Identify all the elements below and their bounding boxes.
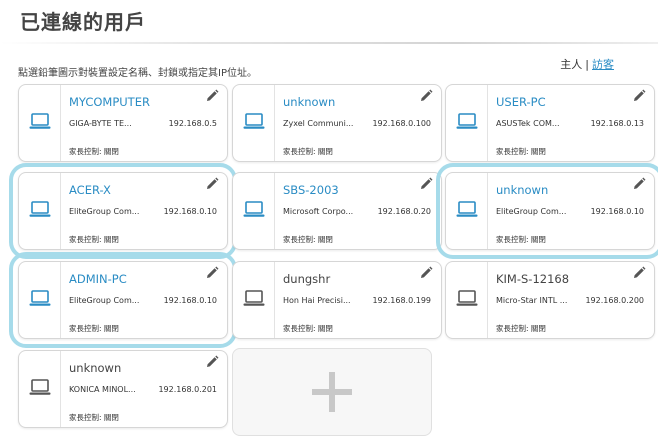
device-ip: 192.168.0.200 xyxy=(585,296,644,305)
device-vendor: ASUSTek COM... xyxy=(496,119,560,128)
laptop-icon xyxy=(243,112,265,134)
pencil-icon[interactable] xyxy=(419,265,433,279)
parental-control-status: 家長控制: 關閉 xyxy=(69,324,119,333)
device-icon-column xyxy=(19,351,61,427)
device-vendor: Microsoft Corpo... xyxy=(283,207,354,216)
view-switch: 主人 | 訪客 xyxy=(560,56,614,72)
device-ip: 192.168.0.5 xyxy=(168,119,217,128)
plus-icon xyxy=(312,372,352,412)
laptop-icon xyxy=(243,289,265,311)
add-device-button[interactable] xyxy=(232,348,432,436)
device-card[interactable]: dungshr Hon Hai Precisi... 192.168.0.199 家長… xyxy=(232,261,442,339)
device-icon-column xyxy=(19,262,61,338)
device-name: unknown xyxy=(69,361,122,375)
device-name: dungshr xyxy=(283,272,331,286)
device-icon-column xyxy=(233,173,275,249)
parental-control-status: 家長控制: 關閉 xyxy=(69,235,119,244)
device-name: unknown xyxy=(283,95,336,109)
device-vendor: Micro-Star INTL ... xyxy=(496,296,568,305)
device-name: MYCOMPUTER xyxy=(69,95,150,109)
device-ip: 192.168.0.10 xyxy=(163,207,217,216)
device-name: ADMIN-PC xyxy=(69,272,127,286)
device-icon-column xyxy=(233,262,275,338)
pencil-icon[interactable] xyxy=(632,176,646,190)
parental-control-status: 家長控制: 關閉 xyxy=(69,147,119,156)
instruction-text: 點選鉛筆圖示對裝置設定名稱、封鎖或指定其IP位址。 xyxy=(18,68,257,79)
device-ip: 192.168.0.13 xyxy=(590,119,644,128)
parental-control-status: 家長控制: 關閉 xyxy=(283,147,333,156)
laptop-icon xyxy=(456,289,478,311)
device-name: unknown xyxy=(496,183,549,197)
device-card[interactable]: unknown KONICA MINOL... 192.168.0.201 家長控制:… xyxy=(18,350,228,428)
parental-control-status: 家長控制: 關閉 xyxy=(283,235,333,244)
parental-control-status: 家長控制: 關閉 xyxy=(496,235,546,244)
device-icon-column xyxy=(446,173,488,249)
laptop-icon xyxy=(29,200,51,222)
device-card[interactable]: ACER-X EliteGroup Com... 192.168.0.10 家長控制:… xyxy=(9,163,237,259)
pencil-icon[interactable] xyxy=(205,176,219,190)
device-card[interactable]: SBS-2003 Microsoft Corpo... 192.168.0.20 家長… xyxy=(232,172,442,250)
pencil-icon[interactable] xyxy=(205,354,219,368)
device-vendor: KONICA MINOL... xyxy=(69,385,136,394)
device-vendor: EliteGroup Com... xyxy=(69,207,140,216)
device-vendor: Zyxel Communi... xyxy=(283,119,354,128)
view-host-label[interactable]: 主人 xyxy=(560,58,582,71)
device-vendor: GIGA-BYTE TE... xyxy=(69,119,132,128)
device-card[interactable]: USER-PC ASUSTek COM... 192.168.0.13 家長控制: 關… xyxy=(445,84,655,162)
laptop-icon xyxy=(456,200,478,222)
device-icon-column xyxy=(233,85,275,161)
page-title: 已連線的用戶 xyxy=(20,10,146,34)
laptop-icon xyxy=(29,378,51,400)
pencil-icon[interactable] xyxy=(419,176,433,190)
parental-control-status: 家長控制: 關閉 xyxy=(496,324,546,333)
parental-control-status: 家長控制: 關閉 xyxy=(496,147,546,156)
device-name: USER-PC xyxy=(496,95,546,109)
laptop-icon xyxy=(29,289,51,311)
laptop-icon xyxy=(456,112,478,134)
laptop-icon xyxy=(29,112,51,134)
device-ip: 192.168.0.100 xyxy=(372,119,431,128)
view-separator: | xyxy=(585,58,589,71)
parental-control-status: 家長控制: 關閉 xyxy=(69,413,119,422)
pencil-icon[interactable] xyxy=(205,265,219,279)
device-vendor: EliteGroup Com... xyxy=(496,207,567,216)
device-name: SBS-2003 xyxy=(283,183,339,197)
device-icon-column xyxy=(446,85,488,161)
device-card[interactable]: KIM-S-12168 Micro-Star INTL ... 192.168.0.… xyxy=(445,261,655,339)
device-icon-column xyxy=(19,85,61,161)
pencil-icon[interactable] xyxy=(632,265,646,279)
device-card[interactable]: ADMIN-PC EliteGroup Com... 192.168.0.10 家長控… xyxy=(9,252,237,348)
device-ip: 192.168.0.10 xyxy=(590,207,644,216)
device-ip: 192.168.0.201 xyxy=(158,385,217,394)
pencil-icon[interactable] xyxy=(419,88,433,102)
device-card[interactable]: unknown EliteGroup Com... 192.168.0.10 家長控制… xyxy=(436,163,658,259)
title-divider xyxy=(0,42,658,44)
device-card[interactable]: unknown Zyxel Communi... 192.168.0.100 家長控制… xyxy=(232,84,442,162)
device-card[interactable]: MYCOMPUTER GIGA-BYTE TE... 192.168.0.5 家長控制… xyxy=(18,84,228,162)
device-vendor: EliteGroup Com... xyxy=(69,296,140,305)
device-ip: 192.168.0.10 xyxy=(163,296,217,305)
pencil-icon[interactable] xyxy=(205,88,219,102)
view-guest-link[interactable]: 訪客 xyxy=(592,58,614,71)
device-icon-column xyxy=(446,262,488,338)
parental-control-status: 家長控制: 關閉 xyxy=(283,324,333,333)
device-ip: 192.168.0.199 xyxy=(372,296,431,305)
device-ip: 192.168.0.20 xyxy=(377,207,431,216)
laptop-icon xyxy=(243,200,265,222)
device-name: ACER-X xyxy=(69,183,111,197)
pencil-icon[interactable] xyxy=(632,88,646,102)
device-icon-column xyxy=(19,173,61,249)
device-name: KIM-S-12168 xyxy=(496,272,570,286)
device-vendor: Hon Hai Precisi... xyxy=(283,296,351,305)
